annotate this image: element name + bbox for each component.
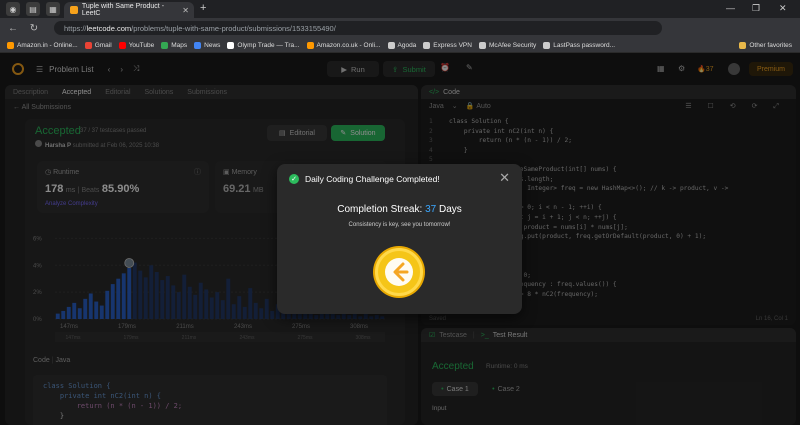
bookmark-favicon-icon [423,41,431,49]
profile-icon[interactable]: ◉ [6,2,20,16]
url-path: /problems/tuple-with-same-product/submis… [131,23,336,33]
bookmark-favicon-icon [387,41,395,49]
back-icon[interactable]: ← [5,23,21,34]
bookmark-label: YouTube [128,41,155,49]
check-circle-icon: ✓ [289,174,299,184]
bookmark-favicon-icon [161,41,169,49]
window-close-icon[interactable]: ✕ [779,3,787,14]
url-prefix: https:// [64,23,87,33]
bookmark-item[interactable]: McAfee Security [478,41,537,49]
bookmark-item[interactable]: Amazon.in - Online... [7,41,78,49]
bookmark-label: Amazon.co.uk - Onli... [316,41,381,49]
bookmark-item[interactable]: Maps [161,41,188,49]
leetcode-medal-icon [375,248,423,296]
bookmark-favicon-icon [478,41,486,49]
tab-actions-icon[interactable]: ▦ [46,2,60,16]
bookmark-item[interactable]: Amazon.co.uk - Onli... [306,41,381,49]
bookmark-favicon-icon [118,41,126,49]
bookmark-label: News [204,41,221,49]
completion-streak: Completion Streak: 37 Days [277,204,522,215]
bookmark-item[interactable]: Gmail [84,41,112,49]
tab-close-icon[interactable]: ✕ [182,6,189,15]
folder-icon [739,41,747,49]
bookmark-favicon-icon [84,41,92,49]
streak-number: 37 [425,204,437,215]
url-field[interactable]: https://leetcode.com/problems/tuple-with… [54,21,662,35]
bookmark-item[interactable]: LastPass password... [543,41,616,49]
other-favorites[interactable]: Other favorites [739,41,792,49]
bookmark-item[interactable]: YouTube [118,41,155,49]
tab-title: Tuple with Same Product - LeetC [81,3,165,17]
modal-title: Daily Coding Challenge Completed! [305,174,440,184]
bookmark-item[interactable]: Agoda [387,41,417,49]
browser-tab-bar: ◉ ▤ ▦ Tuple with Same Product - LeetC ✕ … [0,0,800,18]
bookmark-item[interactable]: Express VPN [423,41,472,49]
bookmark-favicon-icon [227,41,235,49]
workspaces-icon[interactable]: ▤ [26,2,40,16]
bookmark-label: Gmail [94,41,112,49]
new-tab-button[interactable]: + [200,2,206,14]
bookmark-label: Olymp Trade — Tra... [237,41,300,49]
modal-close-icon[interactable]: ✕ [499,171,510,184]
daily-challenge-modal: ✓ Daily Coding Challenge Completed! ✕ Co… [277,164,522,314]
address-bar-row: ← ↻ https://leetcode.com/problems/tuple-… [0,18,800,50]
bookmark-favicon-icon [194,41,202,49]
bookmark-label: McAfee Security [488,41,537,49]
modal-subtitle: Consistency is key, see you tomorrow! [348,222,451,228]
bookmark-label: LastPass password... [553,41,616,49]
streak-label: Completion Streak: [337,204,423,215]
leetcode-favicon-icon [70,6,78,14]
bookmark-label: Maps [171,41,188,49]
other-favorites-label: Other favorites [749,41,792,49]
bookmarks-bar: Amazon.in - Online... Gmail YouTube Maps New… [0,38,800,53]
reload-icon[interactable]: ↻ [26,23,42,34]
maximize-icon[interactable]: ❐ [752,3,760,14]
bookmark-favicon-icon [7,41,14,49]
minimize-icon[interactable]: — [726,3,735,13]
bookmark-label: Express VPN [433,41,472,49]
bookmark-item[interactable]: Olymp Trade — Tra... [227,41,300,49]
bookmark-favicon-icon [543,41,551,49]
bookmark-favicon-icon [306,41,314,49]
bookmark-item[interactable]: News [194,41,221,49]
url-host: leetcode.com [86,23,132,33]
streak-unit: Days [438,204,462,215]
browser-tab-active[interactable]: Tuple with Same Product - LeetC ✕ [64,2,194,18]
bookmark-label: Amazon.in - Online... [17,41,78,49]
bookmark-label: Agoda [397,41,417,49]
